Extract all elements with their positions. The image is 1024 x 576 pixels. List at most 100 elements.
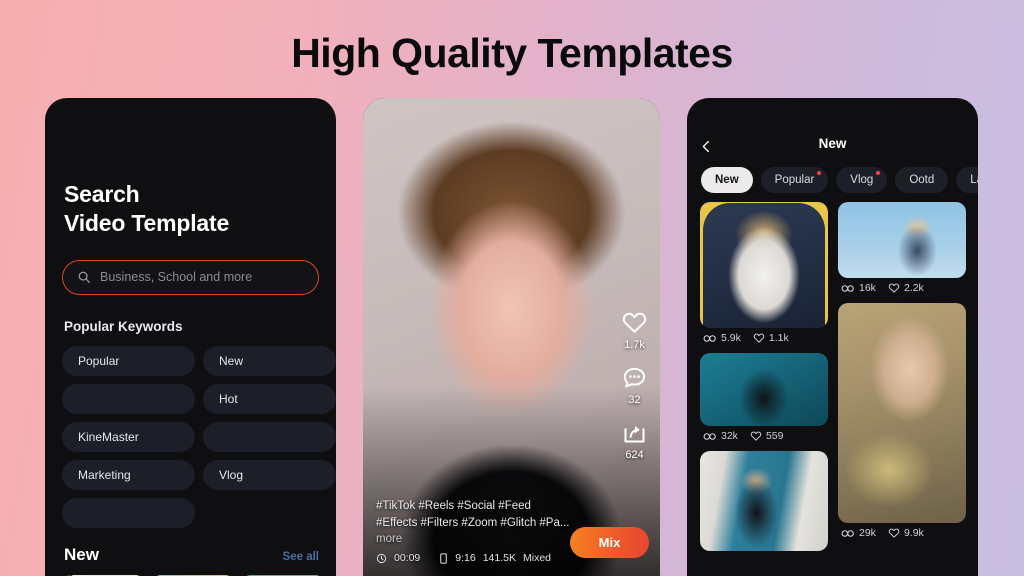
views-icon <box>841 284 855 293</box>
mix-button[interactable]: Mix <box>570 527 649 558</box>
browse-header: New <box>687 98 978 160</box>
likes-count: 559 <box>765 430 784 442</box>
tab-label: Popular <box>774 174 815 186</box>
heart-outline-icon <box>888 527 900 539</box>
tab-label-clipped[interactable]: Lab <box>956 167 978 193</box>
share-icon <box>621 419 648 446</box>
notification-dot-icon <box>876 171 881 175</box>
tab-label: Lab <box>970 174 978 186</box>
views-count: 5.9k <box>721 332 741 344</box>
keyword-chip[interactable] <box>62 497 195 528</box>
likes-stat: 2.2k <box>888 282 924 294</box>
browse-panel: New New Popular Vlog Ootd Lab <box>687 98 978 576</box>
template-grid: 5.9k 1.1k 32k 559 16k 2.2k 29k 9.9k <box>687 193 978 551</box>
keyword-chip[interactable]: Vlog <box>203 459 336 490</box>
card-stats: 5.9k 1.1k <box>700 328 828 347</box>
browse-tab-list: New Popular Vlog Ootd Lab <box>687 160 978 193</box>
keyword-chip[interactable]: KineMaster <box>62 421 195 452</box>
card-stats: 16k 2.2k <box>838 278 966 297</box>
duration-value: 00:09 <box>394 552 421 564</box>
likes-count: 1.1k <box>768 332 789 344</box>
feed-action-bar: 1.7k 32 624 <box>621 309 648 461</box>
views-icon <box>703 432 717 441</box>
share-button[interactable]: 624 <box>621 419 648 461</box>
underwater-silhouette-card[interactable] <box>700 353 828 426</box>
comment-button[interactable]: 32 <box>621 364 648 406</box>
views-stat: 32k <box>703 430 738 442</box>
browse-title: New <box>818 136 847 151</box>
like-button[interactable]: 1.7k <box>621 309 648 351</box>
heart-outline-icon <box>750 430 762 442</box>
tab-ootd[interactable]: Ootd <box>895 167 949 193</box>
views-stat: 5.9k <box>703 332 741 344</box>
feed-container: 1.7k 32 624 #TikTok #Reels #Social #Feed… <box>363 98 660 576</box>
notification-dot-icon <box>817 171 822 175</box>
tab-label: Vlog <box>850 174 874 186</box>
tab-new[interactable]: New <box>701 167 753 193</box>
tab-label: New <box>715 174 739 186</box>
search-panel: Search Video Template Business, School a… <box>45 98 336 576</box>
search-heading-line2: Video Template <box>64 209 230 236</box>
keyword-chip[interactable]: New <box>203 345 336 376</box>
keyword-chip[interactable]: Marketing <box>62 459 195 490</box>
heart-icon <box>621 309 648 336</box>
grid-column-right: 16k 2.2k 29k 9.9k <box>838 202 966 551</box>
card-stats: 32k 559 <box>700 426 828 445</box>
likes-stat: 559 <box>750 430 784 442</box>
blonde-white-dress-card[interactable] <box>700 202 828 328</box>
sunglasses-sky-card[interactable] <box>838 202 966 278</box>
views-count: 32k <box>721 430 738 442</box>
search-panel-heading: Search Video Template <box>45 98 336 238</box>
caption-line-1: #TikTok #Reels #Social #Feed <box>376 500 531 513</box>
likes-stat: 1.1k <box>753 332 789 344</box>
comment-count: 32 <box>628 394 641 406</box>
views-icon <box>703 334 717 343</box>
card-stats: 29k 9.9k <box>838 523 966 542</box>
tab-label: Ootd <box>909 174 935 186</box>
template-card[interactable]: 16k 2.2k <box>838 202 966 297</box>
page-title: High Quality Templates <box>291 30 733 76</box>
template-card[interactable]: 5.9k 1.1k <box>700 202 828 347</box>
size-value: 141.5K <box>482 552 516 564</box>
like-count: 1.7k <box>624 339 645 351</box>
tab-vlog[interactable]: Vlog <box>836 167 888 193</box>
chevron-left-icon[interactable] <box>699 139 714 154</box>
new-section-header: New See all <box>45 528 336 565</box>
feed-panel: 1.7k 32 624 #TikTok #Reels #Social #Feed… <box>363 98 660 576</box>
kind-value: Mixed <box>523 552 552 564</box>
aspect-ratio-icon <box>439 552 448 564</box>
views-count: 29k <box>859 527 876 539</box>
views-stat: 16k <box>841 282 876 294</box>
blue-wall-dancer-card[interactable] <box>700 451 828 551</box>
views-icon <box>841 529 855 538</box>
tab-popular[interactable]: Popular <box>760 167 829 193</box>
wheat-field-portrait-card[interactable] <box>838 303 966 523</box>
popular-keywords-label: Popular Keywords <box>64 318 183 334</box>
heart-outline-icon <box>888 282 900 294</box>
keyword-chip[interactable] <box>203 421 336 452</box>
likes-count: 9.9k <box>903 527 924 539</box>
keyword-chip-list: Popular New Hot KineMaster Marketing Vlo… <box>45 334 336 528</box>
search-heading-line1: Search <box>64 181 140 207</box>
search-placeholder: Business, School and more <box>100 270 253 285</box>
share-count: 624 <box>625 449 644 461</box>
new-section-title: New <box>64 544 99 564</box>
views-count: 16k <box>859 282 876 294</box>
search-icon <box>77 270 91 284</box>
likes-count: 2.2k <box>903 282 924 294</box>
keyword-chip[interactable]: Popular <box>62 345 195 376</box>
search-input[interactable]: Business, School and more <box>62 259 319 295</box>
heart-outline-icon <box>753 332 765 344</box>
likes-stat: 9.9k <box>888 527 924 539</box>
comment-icon <box>621 364 648 391</box>
clock-icon <box>376 553 387 564</box>
see-all-link[interactable]: See all <box>283 551 319 563</box>
aspect-ratio-value: 9:16 <box>455 552 476 564</box>
keyword-chip[interactable] <box>62 383 195 414</box>
new-thumbnail-row <box>45 565 336 576</box>
views-stat: 29k <box>841 527 876 539</box>
keyword-chip[interactable]: Hot <box>203 383 336 414</box>
template-card[interactable]: 29k 9.9k <box>838 303 966 542</box>
template-card[interactable]: 32k 559 <box>700 353 828 445</box>
grid-column-left: 5.9k 1.1k 32k 559 <box>700 202 828 551</box>
